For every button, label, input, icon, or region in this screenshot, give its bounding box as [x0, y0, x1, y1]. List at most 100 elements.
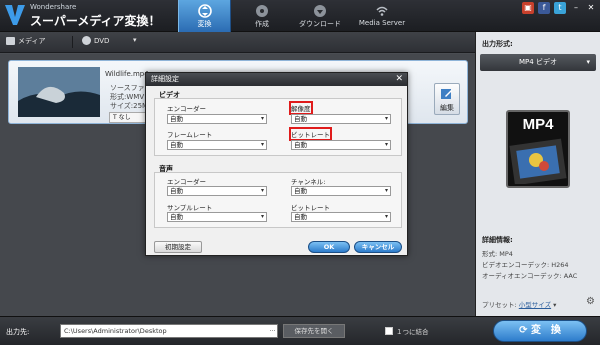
tab-label: Media Server	[358, 19, 406, 27]
output-label: 出力先:	[6, 328, 30, 336]
dialog-title-bar: 詳細設定 ✕	[146, 73, 407, 86]
select-value: 自動	[170, 187, 183, 195]
ok-button[interactable]: OK	[308, 241, 350, 253]
video-encoder-label: エンコーダー	[167, 105, 206, 113]
video-bitrate-select[interactable]: 自動 ▾	[291, 140, 391, 150]
format-badge: MP4	[522, 116, 554, 133]
format-preview: MP4	[506, 110, 570, 188]
close-icon[interactable]: ✕	[395, 73, 403, 86]
film-icon	[6, 37, 15, 45]
select-value: 自動	[294, 115, 307, 123]
audio-encoder-label: エンコーダー	[167, 178, 206, 186]
video-settings-group: エンコーダー 自動 ▾ 解像度 自動 ▾ フレームレート 自動 ▾ ビットレート 自動…	[154, 98, 402, 156]
samplerate-select[interactable]: 自動 ▾	[167, 212, 267, 222]
subtitle-value: なし	[118, 114, 131, 121]
tab-convert[interactable]: 変換	[178, 0, 231, 32]
channel-label: チャンネル:	[291, 178, 326, 186]
output-format-title: 出力形式:	[482, 40, 513, 48]
convert-icon: ⟳	[519, 325, 531, 336]
chevron-down-icon: ▾	[260, 141, 264, 148]
audio-bitrate-label: ビットレート	[291, 204, 330, 212]
info-title: 詳細情報:	[482, 236, 513, 244]
chevron-down-icon: ▾	[384, 213, 388, 220]
dvd-icon	[82, 36, 91, 45]
footer: 出力先: C:\Users\Administrator\Desktop ... …	[0, 316, 600, 345]
select-value: 自動	[294, 187, 307, 195]
tab-label: 作成	[255, 20, 269, 28]
media-label: メディア	[18, 37, 46, 45]
edit-icon	[441, 89, 452, 99]
twitter-icon[interactable]: t	[554, 2, 566, 14]
gear-icon[interactable]: ⚙	[586, 296, 595, 307]
add-media-button[interactable]: メディア	[6, 36, 46, 46]
add-dvd-button[interactable]: DVD	[82, 36, 109, 45]
tab-label: ダウンロード	[299, 20, 341, 28]
facebook-icon[interactable]: f	[538, 2, 550, 14]
channel-select[interactable]: 自動 ▾	[291, 186, 391, 196]
tab-media-server[interactable]: Media Server	[352, 0, 412, 32]
samplerate-label: サンプルレート	[167, 204, 213, 212]
toolbar-divider	[72, 36, 73, 48]
edit-label: 編集	[440, 104, 454, 112]
output-path-field[interactable]: C:\Users\Administrator\Desktop	[60, 324, 278, 338]
audio-bitrate-select[interactable]: 自動 ▾	[291, 212, 391, 222]
tab-create[interactable]: 作成	[238, 0, 286, 32]
chevron-down-icon: ▾	[586, 58, 590, 66]
preset-label: プリセット:	[482, 301, 519, 309]
convert-label: 変 換	[530, 325, 561, 336]
edit-button[interactable]: 編集	[434, 83, 460, 115]
cancel-button[interactable]: キャンセル	[354, 241, 402, 253]
brand-small: Wondershare	[30, 3, 77, 11]
select-value: 自動	[294, 213, 307, 221]
audio-settings-group: エンコーダー 自動 ▾ チャンネル: 自動 ▾ サンプルレート 自動 ▾ ビットレート…	[154, 172, 402, 228]
dvd-dropdown-icon[interactable]: ▾	[133, 36, 137, 44]
audio-encoder-select[interactable]: 自動 ▾	[167, 186, 267, 196]
chevron-down-icon[interactable]: ▾	[551, 301, 556, 309]
preset-link[interactable]: 小型サイズ	[519, 301, 551, 309]
film-icon	[509, 138, 567, 184]
output-format-panel: 出力形式: MP4 ビデオ ▾ MP4 詳細情報: 形式: MP4 ビデオエンコ…	[475, 32, 600, 316]
brand-name: スーパーメディア変換！	[30, 14, 161, 28]
merge-checkbox[interactable]	[385, 327, 393, 335]
advanced-settings-dialog: 詳細設定 ✕ ビデオ エンコーダー 自動 ▾ 解像度 自動 ▾ フレームレート 自動…	[145, 72, 408, 256]
video-bitrate-label: ビットレート	[289, 127, 332, 141]
title-bar: Wondershare スーパーメディア変換！ 変換 作成 ダウンロード Med…	[0, 0, 600, 32]
file-name: Wildlife.mp4	[105, 70, 149, 78]
close-icon[interactable]: ✕	[585, 2, 597, 14]
merge-option[interactable]: １つに結合	[385, 326, 429, 336]
tab-download[interactable]: ダウンロード	[292, 0, 348, 32]
chevron-down-icon: ▾	[260, 115, 264, 122]
dialog-title: 詳細設定	[151, 75, 179, 83]
minimize-icon[interactable]: –	[570, 2, 582, 14]
framerate-label: フレームレート	[167, 131, 213, 139]
download-icon	[314, 5, 326, 17]
resolution-label: 解像度	[289, 101, 313, 115]
format-value: MP4 ビデオ	[519, 58, 557, 66]
chevron-down-icon: ▾	[384, 115, 388, 122]
info-audio-codec: オーディオエンコーデック: AAC	[482, 272, 578, 280]
gift-icon[interactable]: ▣	[522, 2, 534, 14]
output-format-select[interactable]: MP4 ビデオ ▾	[480, 54, 596, 71]
browse-button[interactable]: ...	[267, 324, 278, 338]
preset-row: プリセット: 小型サイズ ▾	[482, 299, 556, 309]
wondershare-logo	[5, 5, 25, 25]
convert-icon	[197, 4, 212, 18]
select-value: 自動	[294, 141, 307, 149]
toolbar: メディア DVD ▾	[0, 32, 475, 53]
resolution-select[interactable]: 自動 ▾	[291, 114, 391, 124]
convert-button[interactable]: ⟳ 変 換	[493, 320, 587, 342]
wifi-icon	[376, 6, 388, 16]
info-video-codec: ビデオエンコーデック: H264	[482, 261, 569, 269]
dvd-label: DVD	[94, 36, 110, 45]
select-value: 自動	[170, 115, 183, 123]
video-thumbnail	[18, 67, 100, 117]
chevron-down-icon: ▾	[384, 141, 388, 148]
select-value: 自動	[170, 141, 183, 149]
merge-label: １つに結合	[396, 328, 429, 336]
framerate-select[interactable]: 自動 ▾	[167, 140, 267, 150]
subtitle-select[interactable]: T なし	[109, 112, 149, 123]
open-folder-button[interactable]: 保存先を開く	[283, 324, 345, 338]
video-encoder-select[interactable]: 自動 ▾	[167, 114, 267, 124]
select-value: 自動	[170, 213, 183, 221]
reset-defaults-button[interactable]: 初期設定	[154, 241, 202, 253]
